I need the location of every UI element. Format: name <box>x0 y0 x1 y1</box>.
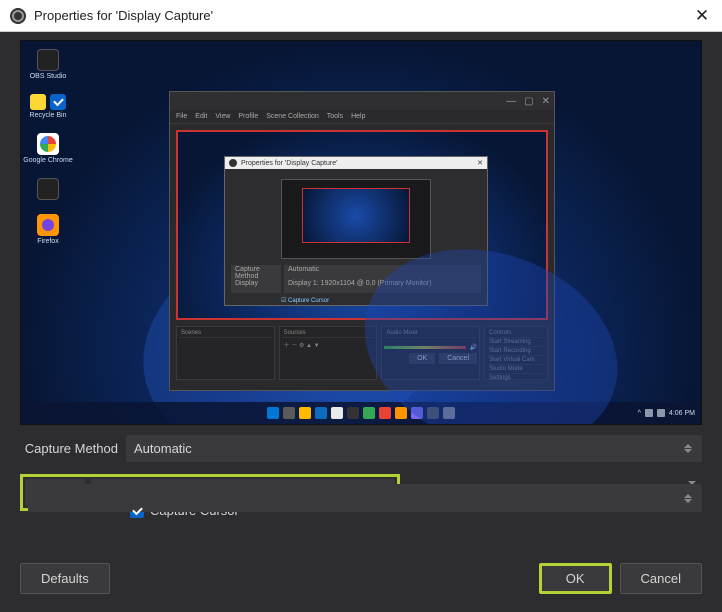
chrome-icon <box>37 133 59 155</box>
capture-method-label: Capture Method <box>20 441 118 456</box>
volume-icon <box>657 409 665 417</box>
obs-logo-icon <box>10 8 26 24</box>
edge-icon <box>315 407 327 419</box>
app-icon <box>427 407 439 419</box>
nested-obs-window: —▢✕ File Edit View Profile Scene Collect… <box>169 91 555 391</box>
capture-preview: OBS Studio Recycle Bin Google Chrome Fir… <box>20 40 702 425</box>
app-icon <box>331 407 343 419</box>
title-bar: Properties for 'Display Capture' ✕ <box>0 0 722 32</box>
app-icon <box>347 407 359 419</box>
wifi-icon <box>645 409 653 417</box>
close-icon: ✕ <box>477 159 483 167</box>
window-title: Properties for 'Display Capture' <box>34 8 213 23</box>
obs-desktop-icon <box>37 49 59 71</box>
clock: 4:06 PM <box>669 410 695 417</box>
firefox-icon <box>395 407 407 419</box>
minimize-icon: — <box>506 96 516 107</box>
chevron-updown-icon <box>684 435 696 462</box>
explorer-icon <box>299 407 311 419</box>
maximize-icon: ▢ <box>524 96 533 107</box>
defaults-button[interactable]: Defaults <box>20 563 110 594</box>
close-icon[interactable]: ✕ <box>692 6 712 26</box>
ok-button[interactable]: OK <box>539 563 612 594</box>
app-icon <box>363 407 375 419</box>
app-icon <box>37 178 59 200</box>
app-icon <box>379 407 391 419</box>
taskbar: ^ 4:06 PM <box>21 402 701 424</box>
search-icon <box>283 407 295 419</box>
folder-icon <box>30 94 46 110</box>
folder-icon <box>50 94 66 110</box>
chevron-updown-icon <box>684 484 696 512</box>
start-icon <box>267 407 279 419</box>
cancel-button[interactable]: Cancel <box>620 563 702 594</box>
app-icon <box>443 407 455 419</box>
app-icon <box>411 407 423 419</box>
close-icon: ✕ <box>542 96 550 107</box>
firefox-icon <box>37 214 59 236</box>
capture-method-select[interactable]: Automatic <box>126 435 702 462</box>
chevron-up-icon: ^ <box>638 410 641 417</box>
